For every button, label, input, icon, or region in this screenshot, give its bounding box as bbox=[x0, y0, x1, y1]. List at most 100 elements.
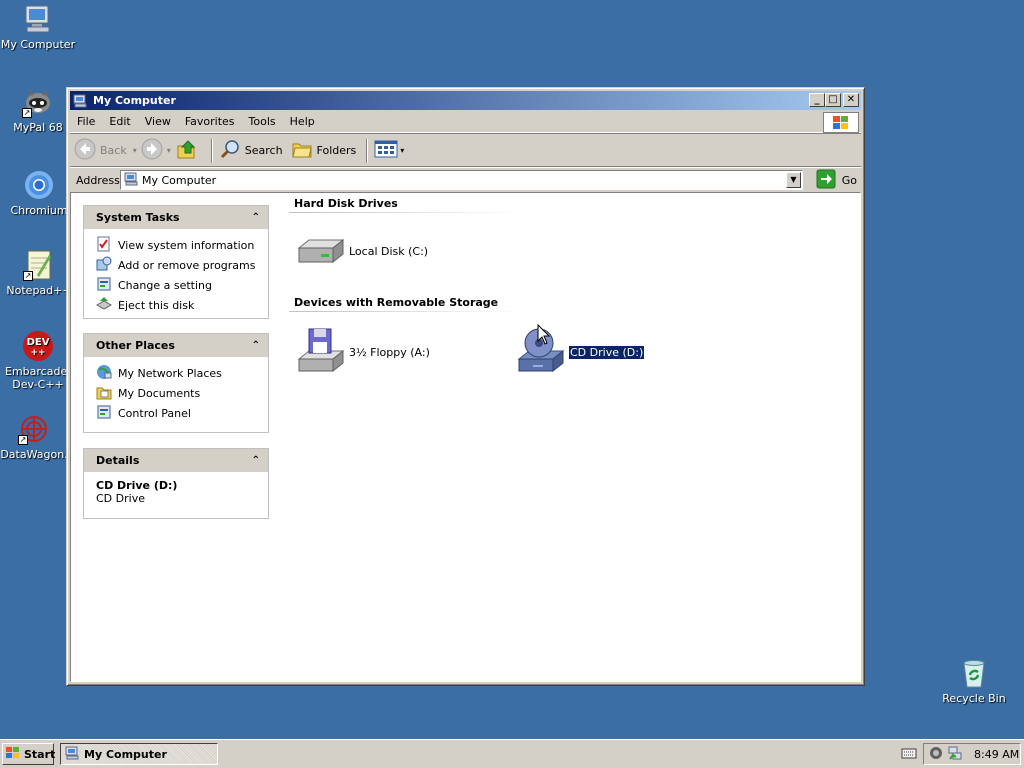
control-panel-icon bbox=[96, 276, 112, 295]
views-button[interactable]: ▾ bbox=[374, 138, 404, 164]
views-dropdown-icon[interactable]: ▾ bbox=[400, 146, 404, 155]
datawagon-icon: ↗ bbox=[18, 413, 50, 445]
details-header[interactable]: Details ⌃ bbox=[84, 449, 268, 472]
start-label: Start bbox=[24, 747, 56, 761]
back-icon bbox=[74, 138, 96, 163]
task-label: Add or remove programs bbox=[118, 258, 256, 272]
shortcut-arrow-icon: ↗ bbox=[23, 271, 33, 281]
back-label: Back bbox=[100, 144, 127, 157]
drive-cd-d[interactable]: CD Drive (D:) bbox=[515, 327, 646, 378]
menu-edit[interactable]: Edit bbox=[102, 115, 137, 128]
task-add-remove-programs[interactable]: Add or remove programs bbox=[96, 255, 258, 275]
hard-disk-icon bbox=[295, 234, 345, 269]
forward-button[interactable]: ▾ bbox=[141, 138, 171, 164]
folders-label: Folders bbox=[316, 144, 357, 157]
taskbar-button-my-computer[interactable]: My Computer bbox=[60, 743, 218, 765]
drive-floppy-a[interactable]: 3½ Floppy (A:) bbox=[295, 327, 430, 378]
panel-title: System Tasks bbox=[96, 211, 180, 224]
my-computer-window: My Computer _ □ ✕ File Edit View Favorit… bbox=[66, 87, 865, 686]
desktop-icon-label: My Computer bbox=[0, 38, 76, 51]
task-label: View system information bbox=[118, 238, 255, 252]
up-icon bbox=[175, 138, 197, 163]
devcpp-icon: DEV ++ bbox=[22, 330, 54, 362]
clock[interactable]: 8:49 AM bbox=[974, 748, 1019, 761]
svg-text:DEV: DEV bbox=[27, 337, 50, 348]
system-tasks-header[interactable]: System Tasks ⌃ bbox=[84, 206, 268, 229]
window-title: My Computer bbox=[93, 94, 176, 107]
menu-file[interactable]: File bbox=[70, 115, 102, 128]
desktop-icon-mypal[interactable]: ↗ MyPal 68 bbox=[0, 86, 76, 134]
shortcut-arrow-icon: ↗ bbox=[18, 435, 28, 445]
standard-toolbar: Back ▾ ▾ Search Folders ▾ bbox=[70, 135, 861, 167]
back-dropdown-icon[interactable]: ▾ bbox=[133, 146, 137, 155]
task-label: Eject this disk bbox=[118, 298, 195, 312]
forward-icon bbox=[141, 138, 163, 163]
address-input[interactable]: My Computer ▼ bbox=[120, 170, 803, 190]
network-status-icon[interactable] bbox=[947, 745, 963, 764]
desktop-icon-recycle-bin[interactable]: Recycle Bin bbox=[936, 657, 1012, 705]
system-info-icon bbox=[96, 236, 112, 255]
control-panel-icon bbox=[96, 404, 112, 423]
address-label: Address bbox=[76, 173, 120, 187]
desktop-icon-label: Embarcadero Dev-C++ bbox=[5, 365, 79, 391]
folder-view: System Tasks ⌃ View system information A… bbox=[70, 192, 861, 682]
desktop-icon-my-computer[interactable]: My Computer bbox=[0, 3, 76, 51]
windows-logo-icon bbox=[823, 112, 859, 133]
title-bar[interactable]: My Computer _ □ ✕ bbox=[70, 91, 861, 110]
other-places-header[interactable]: Other Places ⌃ bbox=[84, 334, 268, 357]
collapse-chevron-icon[interactable]: ⌃ bbox=[252, 455, 260, 466]
folders-button[interactable]: Folders bbox=[291, 138, 357, 164]
details-item-type: CD Drive bbox=[96, 492, 145, 505]
task-change-setting[interactable]: Change a setting bbox=[96, 275, 258, 295]
collapse-chevron-icon[interactable]: ⌃ bbox=[252, 212, 260, 223]
menu-tools[interactable]: Tools bbox=[242, 115, 283, 128]
address-bar: Address My Computer ▼ Go bbox=[70, 169, 861, 191]
network-places-icon bbox=[96, 364, 112, 383]
eject-icon bbox=[95, 296, 113, 315]
desktop-icon-devcpp[interactable]: DEV ++ Embarcadero Dev-C++ bbox=[0, 330, 79, 391]
go-button[interactable]: Go bbox=[816, 169, 857, 192]
menu-bar: File Edit View Favorites Tools Help bbox=[70, 111, 861, 133]
recycle-bin-icon bbox=[958, 657, 990, 689]
start-button[interactable]: Start bbox=[2, 743, 56, 765]
address-value: My Computer bbox=[142, 173, 217, 187]
views-icon bbox=[374, 139, 398, 162]
system-tray: 8:49 AM bbox=[923, 743, 1021, 765]
search-button[interactable]: Search bbox=[219, 138, 283, 164]
menu-view[interactable]: View bbox=[138, 115, 178, 128]
task-view-system-info[interactable]: View system information bbox=[96, 235, 258, 255]
volume-icon[interactable] bbox=[928, 745, 944, 764]
back-button[interactable]: Back ▾ bbox=[74, 138, 137, 164]
task-eject-disk[interactable]: Eject this disk bbox=[95, 295, 258, 315]
shortcut-arrow-icon: ↗ bbox=[22, 108, 32, 118]
up-button[interactable] bbox=[175, 138, 201, 164]
menu-help[interactable]: Help bbox=[283, 115, 322, 128]
desktop-icon-datawagon[interactable]: ↗ DataWagon. bbox=[0, 413, 72, 461]
menu-favorites[interactable]: Favorites bbox=[178, 115, 242, 128]
drive-label: CD Drive (D:) bbox=[567, 345, 646, 360]
drive-label: 3½ Floppy (A:) bbox=[349, 346, 430, 359]
forward-dropdown-icon[interactable]: ▾ bbox=[167, 146, 171, 155]
computer-icon bbox=[22, 3, 54, 35]
place-my-network-places[interactable]: My Network Places bbox=[96, 363, 258, 383]
desktop-icon-label: Recycle Bin bbox=[942, 692, 1006, 705]
svg-text:++: ++ bbox=[30, 348, 45, 358]
place-control-panel[interactable]: Control Panel bbox=[96, 403, 258, 423]
my-documents-icon bbox=[96, 384, 112, 403]
keyboard-icon[interactable] bbox=[901, 747, 917, 762]
chromium-icon bbox=[23, 169, 55, 201]
desktop-icon-label: MyPal 68 bbox=[13, 121, 63, 134]
drive-local-disk-c[interactable]: Local Disk (C:) bbox=[295, 234, 428, 269]
place-my-documents[interactable]: My Documents bbox=[96, 383, 258, 403]
notepad-icon: ↗ bbox=[23, 249, 55, 281]
maximize-button[interactable]: □ bbox=[825, 93, 841, 107]
address-dropdown-button[interactable]: ▼ bbox=[786, 172, 801, 188]
minimize-button[interactable]: _ bbox=[809, 93, 825, 107]
toolbar-separator bbox=[366, 138, 369, 163]
close-button[interactable]: ✕ bbox=[843, 93, 859, 107]
go-label: Go bbox=[841, 173, 857, 187]
panel-title: Other Places bbox=[96, 339, 175, 352]
place-label: My Network Places bbox=[118, 366, 222, 380]
collapse-chevron-icon[interactable]: ⌃ bbox=[252, 340, 260, 351]
computer-icon bbox=[124, 172, 138, 189]
